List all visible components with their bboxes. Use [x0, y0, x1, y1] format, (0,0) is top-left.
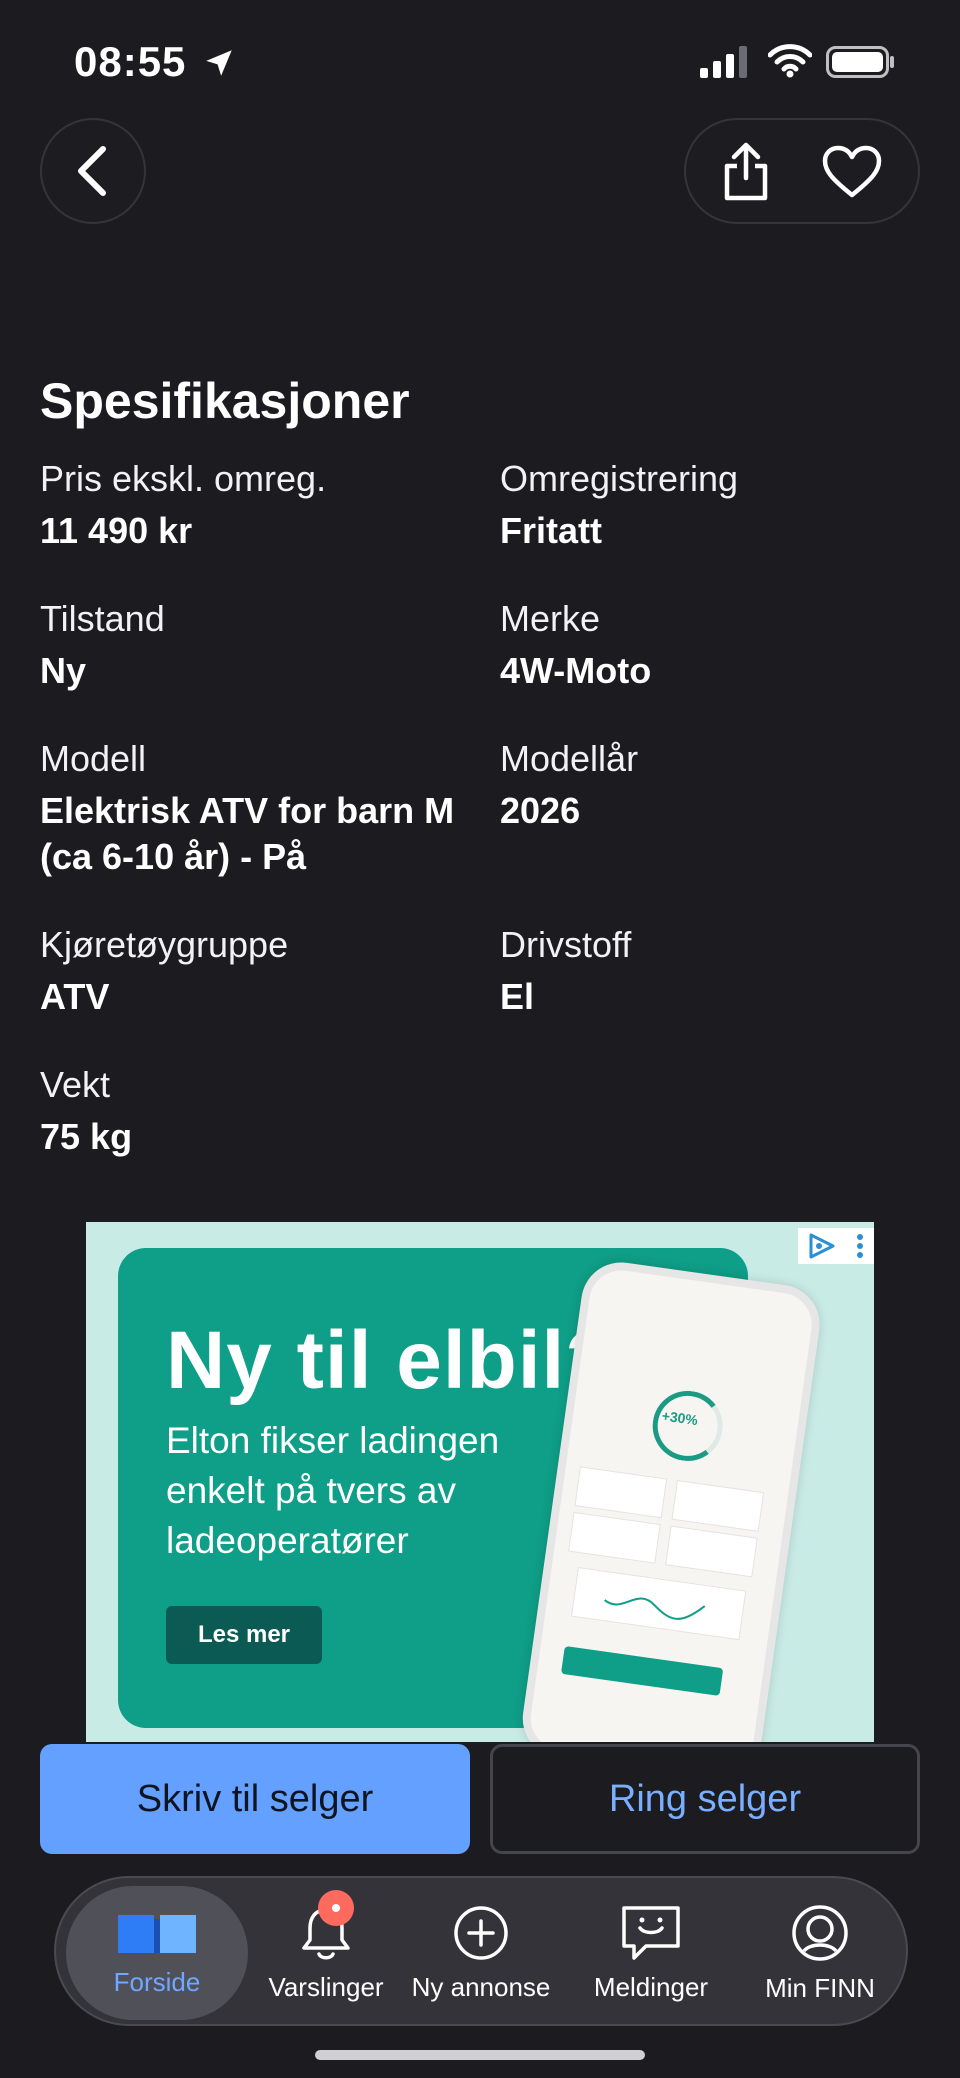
ad-headline: Ny til elbil? — [166, 1315, 617, 1406]
home-indicator — [315, 2050, 645, 2060]
tab-meldinger[interactable]: Meldinger — [566, 1878, 736, 2028]
tab-min-finn[interactable]: Min FINN — [732, 1878, 908, 2028]
spec-label: Omregistrering — [500, 458, 739, 499]
spec-condition: Tilstand Ny — [40, 596, 480, 694]
section-title-specifications: Spesifikasjoner — [40, 373, 410, 429]
spec-value: 75 kg — [40, 1116, 133, 1157]
cellular-signal-icon — [700, 46, 747, 78]
header-actions — [684, 118, 920, 224]
phone-cell — [574, 1466, 668, 1519]
chevron-left-icon — [78, 146, 106, 196]
ad-choices-badge[interactable] — [798, 1228, 874, 1264]
spec-value: ATV — [40, 976, 110, 1017]
location-arrow-icon — [206, 50, 232, 76]
tab-ny-annonse[interactable]: Ny annonse — [396, 1878, 566, 2028]
share-button[interactable] — [708, 134, 784, 210]
share-icon — [724, 142, 768, 201]
tab-label: Forside — [113, 1966, 201, 1997]
tab-forside[interactable]: Forside — [66, 1886, 248, 2020]
spec-label: Tilstand — [40, 598, 165, 639]
wifi-icon — [768, 44, 812, 78]
spec-price: Pris ekskl. omreg. 11 490 kr — [40, 456, 480, 554]
notification-badge — [318, 1890, 354, 1926]
spec-weight: Vekt 75 kg — [40, 1062, 480, 1160]
spec-value: 4W-Moto — [500, 650, 652, 691]
spec-value: Fritatt — [500, 510, 602, 551]
spec-label: Merke — [500, 598, 601, 639]
spec-value: El — [500, 976, 535, 1017]
spec-label: Drivstoff — [500, 924, 632, 965]
spec-label: Modell — [40, 738, 147, 779]
spec-label: Pris ekskl. omreg. — [40, 458, 327, 499]
tab-label: Min FINN — [765, 1972, 875, 2003]
bottom-tab-bar: Forside Varslinger Ny annonse Meldinger — [54, 1876, 908, 2026]
write-to-seller-button[interactable]: Skriv til selger — [40, 1744, 470, 1854]
spec-model-year: Modellår 2026 — [500, 736, 940, 834]
status-bar: 08:55 — [0, 0, 960, 120]
spec-label: Modellår — [500, 738, 639, 779]
phone-graph — [571, 1567, 747, 1641]
phone-button-bar — [560, 1645, 724, 1696]
spec-value: Ny — [40, 650, 87, 691]
spec-value: 2026 — [500, 790, 581, 831]
tab-label: Varslinger — [268, 1971, 384, 2002]
spec-brand: Merke 4W-Moto — [500, 596, 940, 694]
more-vertical-icon — [857, 1234, 863, 1258]
graph-line-icon — [604, 1597, 706, 1620]
spec-model: Modell Elektrisk ATV for barn M (ca 6-10… — [40, 736, 460, 880]
spec-label: Vekt — [40, 1064, 111, 1105]
tab-label: Meldinger — [593, 1971, 709, 2002]
ad-choices-icon — [809, 1233, 835, 1259]
spec-reregistration: Omregistrering Fritatt — [500, 456, 940, 554]
spec-label: Kjøretøygruppe — [40, 924, 289, 965]
profile-icon — [792, 1904, 848, 1961]
phone-cell — [671, 1479, 765, 1532]
phone-cell — [665, 1525, 758, 1578]
ad-body: Elton fikser ladingen enkelt på tvers av… — [166, 1420, 500, 1561]
call-seller-button[interactable]: Ring selger — [490, 1744, 920, 1854]
chat-icon — [622, 1905, 680, 1960]
plus-circle-icon — [454, 1905, 508, 1960]
favorite-button[interactable] — [812, 134, 892, 210]
ad-read-more-button[interactable]: Les mer — [166, 1606, 322, 1664]
tab-label: Ny annonse — [411, 1971, 551, 2002]
heart-icon — [822, 145, 882, 198]
battery-icon — [826, 46, 894, 78]
spec-fuel: Drivstoff El — [500, 922, 940, 1020]
phone-cell — [568, 1511, 661, 1564]
spec-vehicle-group: Kjøretøygruppe ATV — [40, 922, 480, 1020]
advertisement-banner[interactable]: Ny til elbil? Elton fikser ladingen enke… — [86, 1222, 874, 1742]
spec-value: Elektrisk ATV for barn M (ca 6-10 år) - … — [40, 790, 455, 877]
book-icon — [118, 1914, 196, 1953]
back-button[interactable] — [40, 118, 146, 224]
status-time: 08:55 — [74, 38, 187, 85]
spec-value: 11 490 kr — [40, 510, 193, 551]
